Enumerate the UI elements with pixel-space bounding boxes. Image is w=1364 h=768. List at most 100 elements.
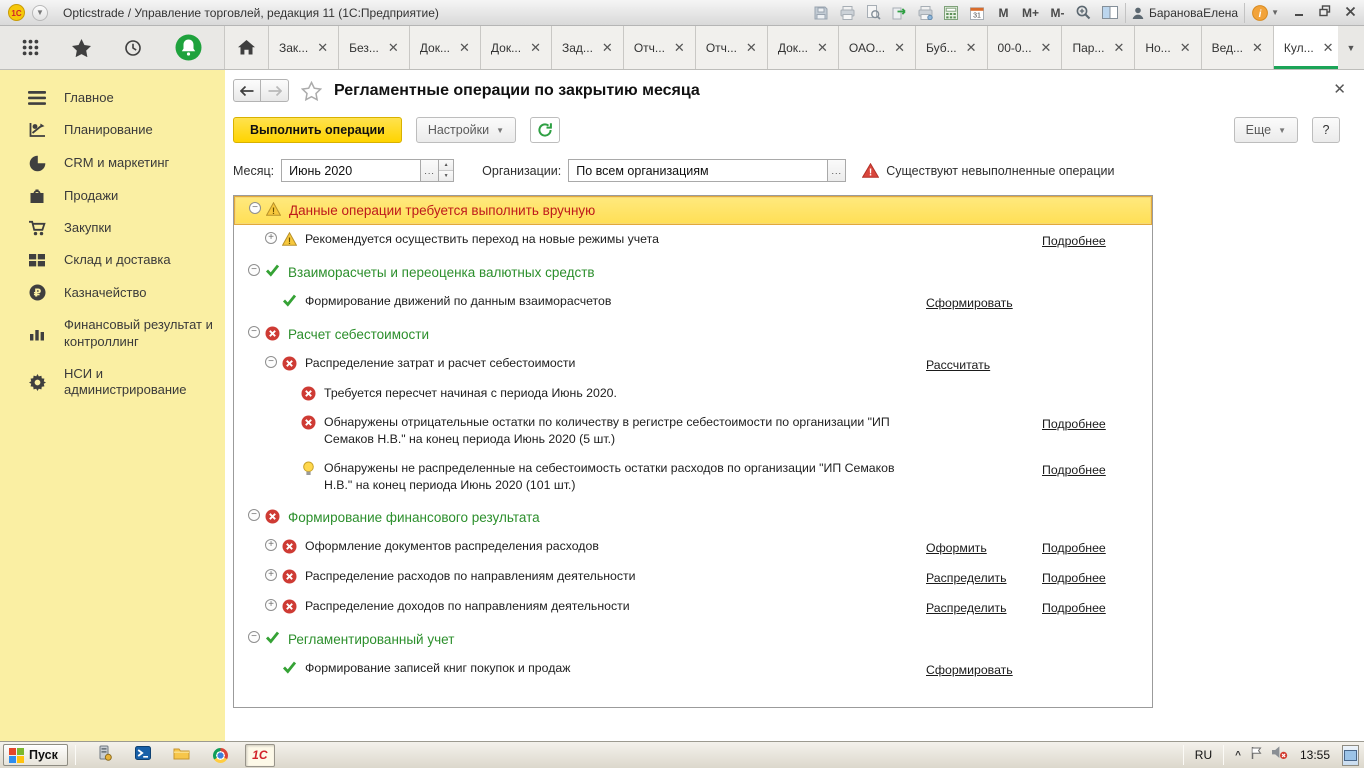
sidebar-item-admin[interactable]: НСИ и администрирование [0,358,225,407]
tab-11[interactable]: 00-0...✕ [988,26,1063,69]
clock[interactable]: 13:55 [1300,748,1330,762]
refresh-button[interactable] [530,117,560,143]
tab-close-icon[interactable]: ✕ [317,43,328,53]
sections-menu-button[interactable] [22,39,39,56]
expand-icon[interactable]: + [265,599,277,611]
tree-row-12[interactable]: +Распределение расходов по направлениям … [234,562,1152,592]
tree-row-2[interactable]: +!Рекомендуется осуществить переход на н… [234,225,1152,255]
save-button[interactable] [814,4,829,22]
taskbar-app-onec[interactable]: 1С [245,744,275,767]
close-form-button[interactable]: ✕ [1333,80,1346,98]
sidebar-item-treasury[interactable]: ₽Казначейство [0,276,225,309]
preview-button[interactable] [866,4,881,22]
tab-3[interactable]: Док...✕ [410,26,481,69]
zoom-button[interactable] [1076,4,1091,22]
sidebar-item-purchases[interactable]: Закупки [0,212,225,244]
action-link[interactable]: Распределить [926,601,1007,615]
tab-close-icon[interactable]: ✕ [1252,43,1263,53]
tree-row-11[interactable]: +Оформление документов распределения рас… [234,532,1152,562]
action-link[interactable]: Сформировать [926,663,1013,677]
close-window-button[interactable] [1345,4,1356,22]
tab-close-icon[interactable]: ✕ [894,43,905,53]
m-plus-button[interactable]: M+ [1022,4,1039,22]
action-link[interactable]: Распределить [926,571,1007,585]
tab-15[interactable]: Кул...✕ [1274,26,1338,69]
details-link[interactable]: Подробнее [1042,417,1106,431]
tab-9[interactable]: ОАО...✕ [839,26,916,69]
spin-down-icon[interactable]: ▼ [439,170,453,181]
tab-close-icon[interactable]: ✕ [1041,43,1052,53]
tab-close-icon[interactable]: ✕ [530,43,541,53]
tab-close-icon[interactable]: ✕ [966,43,977,53]
calendar-button[interactable]: 31 [970,4,985,22]
tree-row-3[interactable]: −Взаиморасчеты и переоценка валютных сре… [234,257,1152,287]
volume-muted-icon[interactable] [1271,745,1288,765]
tab-close-icon[interactable]: ✕ [674,43,685,53]
home-tab[interactable] [225,26,269,69]
system-menu-button[interactable]: ▼ [32,5,48,21]
tab-13[interactable]: Но...✕ [1135,26,1201,69]
expand-icon[interactable]: + [265,539,277,551]
action-link[interactable]: Рассчитать [926,358,990,372]
taskbar-app-chrome[interactable] [206,744,236,767]
taskbar-app-powershell[interactable] [128,744,158,767]
notifications-button[interactable] [175,34,202,61]
send-button[interactable] [892,4,907,22]
favorites-button[interactable] [72,39,91,57]
restore-button[interactable] [1319,4,1331,22]
taskbar-app-server[interactable] [89,744,119,767]
details-link[interactable]: Подробнее [1042,601,1106,615]
calculator-button[interactable] [944,4,959,22]
start-button[interactable]: Пуск [3,744,68,766]
tab-1[interactable]: Зак...✕ [269,26,339,69]
collapse-icon[interactable]: − [248,631,260,643]
tab-6[interactable]: Отч...✕ [624,26,696,69]
collapse-icon[interactable]: − [248,326,260,338]
tab-close-icon[interactable]: ✕ [388,43,399,53]
taskbar-app-explorer[interactable] [167,744,197,767]
action-center-flag-icon[interactable] [1249,746,1263,765]
more-button[interactable]: Еще ▼ [1234,117,1298,143]
tab-close-icon[interactable]: ✕ [1323,43,1334,53]
m-minus-button[interactable]: M- [1050,4,1065,22]
tab-7[interactable]: Отч...✕ [696,26,768,69]
tree-row-8[interactable]: Обнаружены отрицательные остатки по коли… [234,408,1152,454]
tree-row-7[interactable]: Требуется пересчет начиная с периода Июн… [234,379,1152,407]
sidebar-item-warehouse[interactable]: Склад и доставка [0,244,225,276]
info-button[interactable]: i ▼ [1252,5,1279,21]
spin-up-icon[interactable]: ▲ [439,160,453,170]
details-link[interactable]: Подробнее [1042,234,1106,248]
back-button[interactable] [233,79,261,102]
expand-icon[interactable]: + [265,232,277,244]
show-desktop-button[interactable] [1342,745,1359,766]
tab-close-icon[interactable]: ✕ [459,43,470,53]
tab-12[interactable]: Пар...✕ [1062,26,1135,69]
month-select-button[interactable]: ... [420,160,438,181]
sidebar-item-planning[interactable]: Планирование [0,114,225,146]
sidebar-item-crm[interactable]: CRM и маркетинг [0,147,225,180]
tab-close-icon[interactable]: ✕ [1113,43,1124,53]
tab-10[interactable]: Буб...✕ [916,26,988,69]
tree-row-4[interactable]: Формирование движений по данным взаимора… [234,287,1152,317]
tab-close-icon[interactable]: ✕ [817,43,828,53]
collapse-icon[interactable]: − [248,264,260,276]
action-link[interactable]: Сформировать [926,296,1013,310]
forward-button[interactable] [261,79,289,102]
details-link[interactable]: Подробнее [1042,571,1106,585]
print-button[interactable] [840,4,855,22]
sidebar-item-sales[interactable]: Продажи [0,180,225,212]
tree-row-5[interactable]: −Расчет себестоимости [234,319,1152,349]
tab-overflow-button[interactable]: ▼ [1338,26,1364,69]
favorite-star-icon[interactable] [301,81,322,101]
tree-row-14[interactable]: −Регламентированный учет [234,624,1152,654]
print-settings-button[interactable] [918,4,933,22]
m-button[interactable]: M [996,4,1011,22]
tab-5[interactable]: Зад...✕ [552,26,624,69]
tree-row-1[interactable]: −!Данные операции требуется выполнить вр… [234,196,1152,225]
help-button[interactable]: ? [1312,117,1340,143]
settings-button[interactable]: Настройки ▼ [416,117,516,143]
sidebar-item-menu[interactable]: Главное [0,82,225,114]
tree-row-9[interactable]: Обнаружены не распределенные на себестои… [234,454,1152,500]
org-input[interactable] [569,160,827,181]
tree-row-10[interactable]: −Формирование финансового результата [234,502,1152,532]
